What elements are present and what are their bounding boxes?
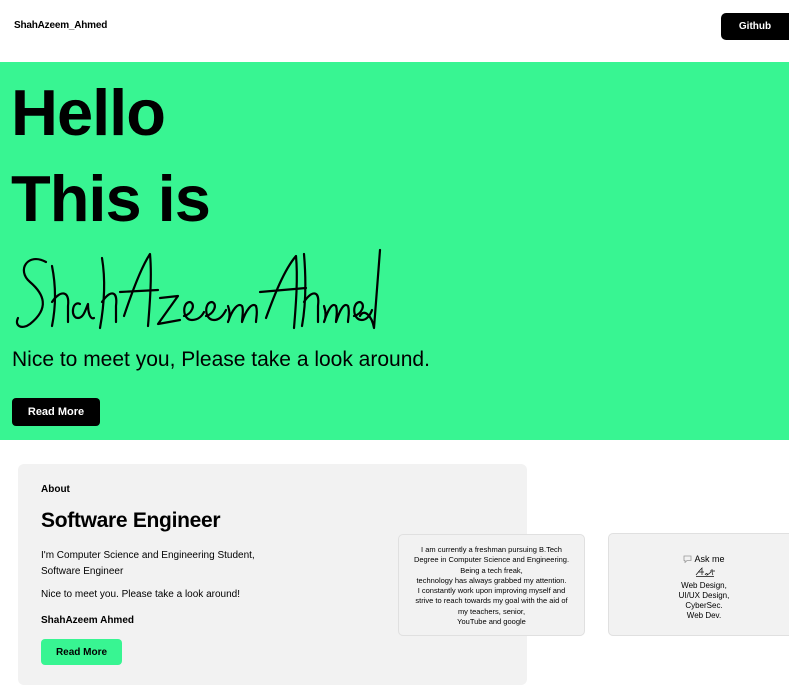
- bio-card: I am currently a freshman pursuing B.Tec…: [398, 534, 585, 636]
- bio-line: Degree in Computer Science and Engineeri…: [413, 555, 570, 565]
- skill-item: UI/UX Design,: [678, 591, 730, 600]
- bio-line: strive to reach towards my goal with the…: [415, 596, 568, 606]
- about-signature-icon: [695, 567, 715, 577]
- github-button[interactable]: Github: [721, 13, 789, 40]
- about-greeting: Nice to meet you. Please take a look aro…: [41, 589, 241, 600]
- bio-line: I constantly work upon improving myself …: [417, 586, 566, 596]
- about-description-line: Software Engineer: [41, 566, 124, 577]
- about-title: Software Engineer: [41, 509, 221, 532]
- bio-line: technology has always grabbed my attenti…: [416, 575, 567, 585]
- hero-heading-hello: Hello: [11, 76, 166, 149]
- ask-me-heading-text: Ask me: [694, 554, 725, 564]
- github-button-label: Github: [738, 21, 772, 32]
- bio-line: I am currently a freshman pursuing B.Tec…: [421, 545, 562, 554]
- about-read-more-button[interactable]: Read More: [41, 639, 122, 665]
- skill-item: CyberSec.: [685, 601, 723, 610]
- about-description: I'm Computer Science and Engineering Stu…: [41, 548, 301, 580]
- hero-signature-image: [15, 248, 382, 330]
- about-label: About: [41, 484, 70, 495]
- bio-line: YouTube and google: [457, 617, 526, 627]
- bio-line: my teachers, senior,: [457, 606, 526, 616]
- top-nav: ShahAzeem_Ahmed Github: [0, 0, 789, 50]
- bio-line: Being a tech freak,: [460, 565, 523, 575]
- skill-item: Web Design,: [681, 581, 727, 590]
- speech-bubble-icon: [684, 555, 692, 564]
- ask-me-skills-list: Web Design, UI/UX Design, CyberSec. Web …: [609, 581, 789, 621]
- ask-me-card: Ask me Web Design, UI/UX Design, CyberSe…: [608, 533, 789, 636]
- skill-item: Web Dev.: [686, 611, 722, 620]
- brand-logo-text[interactable]: ShahAzeem_Ahmed: [14, 20, 107, 31]
- hero-tagline: Nice to meet you, Please take a look aro…: [12, 348, 430, 371]
- about-author-name: ShahAzeem Ahmed: [41, 615, 134, 626]
- hero-heading-this-is: This is: [11, 162, 211, 235]
- ask-me-heading: Ask me: [609, 554, 789, 564]
- about-description-line: I'm Computer Science and Engineering Stu…: [41, 550, 255, 561]
- hero-read-more-button[interactable]: Read More: [12, 398, 100, 426]
